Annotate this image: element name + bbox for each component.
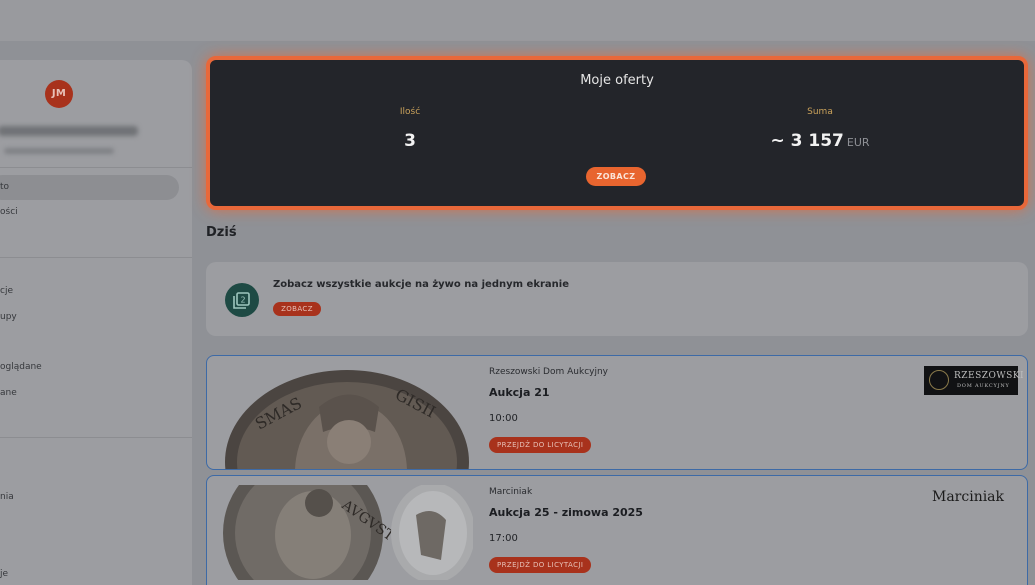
offers-view-button[interactable]: ZOBACZ: [586, 167, 646, 186]
sidebar-item-3[interactable]: cje: [0, 286, 20, 296]
marciniak-logo: Marciniak: [932, 489, 1005, 505]
auction-title[interactable]: Aukcja 25 - zimowa 2025: [489, 506, 643, 519]
sidebar-divider: [0, 167, 192, 168]
sum-unit: EUR: [846, 136, 870, 149]
rzeszowski-logo: RZESZOWSKI DOM AUKCYJNY: [924, 366, 1024, 395]
user-name-blurred: [0, 126, 138, 136]
avatar[interactable]: JM: [45, 80, 73, 108]
logo-text-line1: RZESZOWSKI: [954, 371, 1025, 381]
auction-time: 10:00: [489, 413, 518, 424]
sidebar-item-2[interactable]: ości: [0, 207, 20, 217]
go-to-bidding-button[interactable]: PRZEJDŹ DO LICYTACJI: [489, 437, 592, 453]
top-bar: [0, 0, 1035, 41]
sidebar-item-4[interactable]: upy: [0, 312, 20, 322]
today-title: Dziś: [206, 225, 237, 240]
coin-image[interactable]: SMAS GISII: [219, 362, 471, 469]
auction-card[interactable]: SMAS GISII Rzeszowski Dom Aukcyjny Aukcj…: [206, 355, 1028, 470]
logo-text-line2: DOM AUKCYJNY: [957, 383, 1010, 389]
live-banner-text: Zobacz wszystkie aukcje na żywo na jedny…: [273, 279, 569, 290]
sidebar: JM to ości cje upy oglądane ane nia je: [0, 60, 192, 585]
my-offers-panel: Moje oferty Ilość 3 Suma ~ 3 157 EUR ZOBA…: [206, 56, 1028, 210]
sidebar-item-6[interactable]: ane: [0, 388, 20, 398]
auction-house-name: Marciniak: [489, 487, 533, 497]
seal-icon: [929, 370, 949, 390]
sum-amount: ~ 3 157: [770, 131, 844, 151]
sidebar-active-highlight: [0, 175, 179, 200]
multi-screen-icon: 2: [225, 283, 259, 317]
auction-time: 17:00: [489, 533, 518, 544]
count-label: Ilość: [399, 107, 421, 117]
count-value: 3: [404, 131, 416, 151]
offers-title: Moje oferty: [580, 73, 654, 88]
auction-card[interactable]: AVGVST Marciniak Aukcja 25 - zimowa 2025…: [206, 475, 1028, 585]
sum-value: ~ 3 157 EUR: [760, 131, 880, 151]
user-email-blurred: [4, 148, 114, 154]
sidebar-divider: [0, 257, 192, 258]
live-auctions-banner: 2 Zobacz wszystkie aukcje na żywo na jed…: [206, 262, 1028, 336]
sidebar-item-1[interactable]: to: [0, 182, 20, 192]
coin-image[interactable]: AVGVST: [221, 485, 473, 580]
auction-house-name: Rzeszowski Dom Aukcyjny: [489, 367, 608, 377]
live-view-button[interactable]: ZOBACZ: [273, 302, 321, 316]
sidebar-item-7[interactable]: nia: [0, 492, 20, 502]
go-to-bidding-button[interactable]: PRZEJDŹ DO LICYTACJI: [489, 557, 592, 573]
sidebar-item-5[interactable]: oglądane: [0, 362, 52, 372]
sum-label: Suma: [807, 107, 833, 117]
svg-text:2: 2: [240, 296, 245, 305]
sidebar-item-8[interactable]: je: [0, 569, 20, 579]
sidebar-divider: [0, 437, 192, 438]
auction-title[interactable]: Aukcja 21: [489, 386, 550, 399]
